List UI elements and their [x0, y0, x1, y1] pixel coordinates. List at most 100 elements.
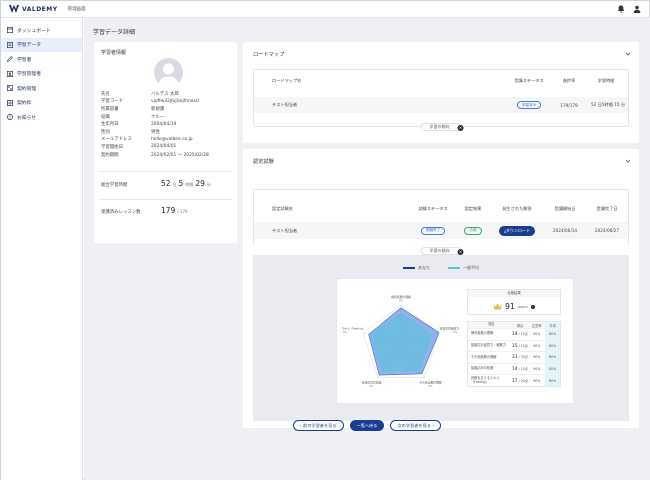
end-date: 2024/06/27 — [594, 228, 620, 233]
lessons-completed: 受講済みレッスン数 179 / 179 — [101, 206, 190, 215]
result-chart-card: 権利義務の理解0%接客応対品質力・観察力0%その他実務の理解0%接客応対の知識0… — [337, 279, 573, 403]
exam-title: 認定試験 — [253, 159, 274, 165]
info-key: メールアドレス — [101, 137, 132, 143]
table-row: 接客応対品質力・観察力 15 / 15点 90% 80% — [468, 339, 560, 352]
sidebar-item-label: 学習データ — [17, 43, 41, 49]
sidebar-item-learning-data[interactable]: 学習データ — [1, 37, 82, 52]
legend-item-average: 一般平均 — [448, 265, 479, 271]
rate: 90% — [533, 355, 541, 360]
total-study-time-label: 総合学習時間 — [101, 183, 128, 188]
start-date: 2024/06/14 — [552, 228, 578, 233]
download-button[interactable]: ⤓ダウンロード — [499, 225, 535, 236]
rate: 90% — [533, 378, 541, 383]
legend-label: 一般平均 — [463, 265, 479, 270]
sidebar: ダッシュボード 学習データ 学習者 学習管理者 契約管理 契約枠 お知らせ — [1, 18, 83, 480]
info-key: 学習開始日 — [101, 144, 123, 150]
sidebar-item-notices[interactable]: お知らせ — [1, 110, 82, 125]
lessons-done: 179 — [161, 206, 176, 215]
learner-info-title: 学習者情報 — [101, 50, 127, 56]
result-badge: 合格 — [464, 226, 482, 235]
sidebar-item-label: ダッシュボード — [17, 28, 51, 34]
score-box: 合格結果 91 /point i — [467, 289, 561, 315]
score-num: 14 — [511, 332, 518, 338]
next-label: 次の学習者を見る — [397, 422, 431, 428]
download-cell: ⤓ダウンロード — [492, 225, 542, 236]
page-title: 学習データ詳細 — [93, 29, 136, 36]
progress-value: 179/179 — [560, 102, 578, 108]
brand-logo[interactable]: VALDEMY — [9, 5, 58, 13]
back-to-list-button[interactable]: 一覧へ戻る — [349, 420, 385, 431]
info-icon[interactable]: i — [530, 304, 535, 309]
total-hours: 5 — [178, 179, 184, 188]
sidebar-item-dashboard[interactable]: ダッシュボード — [1, 23, 82, 38]
info-value: 新規課 — [151, 106, 165, 112]
sidebar-item-contracts[interactable]: 契約管理 — [1, 81, 82, 96]
col-header: 認定試験名 — [272, 206, 293, 211]
next-learner-button[interactable]: 次の学習者を見る › — [390, 420, 441, 431]
legend-label: あなた — [418, 265, 430, 270]
sidebar-item-label: 契約枠 — [17, 101, 32, 107]
info-row: 役職 クルー — [101, 113, 231, 121]
app-window: VALDEMY 管理画面 ダッシュボード 学習データ 学習者 学習管理者 契約管… — [0, 0, 650, 480]
certification-exam-section: 認定試験 認定試験名 試験ステータス 認定結果 発生された解答 受講開始日 受講… — [243, 149, 639, 428]
info-key: 学習コード — [101, 99, 123, 105]
info-row: 性別 男性 — [101, 128, 231, 136]
radar-category-label: 判断を支えるスキル（Feeling） — [341, 327, 365, 331]
account-icon[interactable] — [633, 5, 641, 13]
table-row[interactable]: テスト担当者 受験終了 合格 ⤓ダウンロード 2024/06/14 2024/0… — [254, 222, 628, 239]
sidebar-item-quota[interactable]: 契約枠 — [1, 96, 82, 111]
roadmap-section: ロードマップ ロードマップ名 受講ステータス 進捗率 学習時間 テスト担当者 学… — [243, 42, 639, 143]
score-num: 31 — [511, 355, 518, 361]
col-header: 項目 — [488, 322, 495, 327]
info-key: 生年月日 — [101, 122, 119, 128]
table-row: 権利義務の理解 14 / 15点 90% 80% — [468, 328, 560, 340]
score-num: 14 — [511, 367, 518, 373]
avg: 80% — [545, 329, 560, 340]
score-table: 項目 得点 正答率 平均 権利義務の理解 14 / 15点 90% 80% 接客… — [467, 321, 561, 387]
roadmap-table: ロードマップ名 受講ステータス 進捗率 学習時間 テスト担当者 学習済み 179… — [253, 69, 629, 127]
exam-status-cell: 受験終了 — [412, 226, 454, 235]
score-num: 15 — [511, 343, 518, 349]
sidebar-item-label: 学習者 — [17, 57, 32, 63]
avg: 80% — [545, 352, 560, 363]
trend-toggle[interactable]: 学習の傾向 × — [420, 247, 464, 255]
score-item: その他実務の理解 — [471, 354, 497, 359]
trend-panel: あなた 一般平均 権利義務の理解0%接客応対品質力・観察力0%その他実務の理解0… — [253, 255, 629, 421]
score-item: 接客応対の知識 — [471, 366, 494, 371]
trend-toggle-label: 学習の傾向 — [429, 248, 450, 253]
col-header: 受講完了日 — [596, 206, 618, 211]
chevron-down-icon[interactable] — [625, 51, 631, 57]
minutes-unit: 分 — [206, 182, 211, 187]
quota-icon — [7, 99, 13, 106]
crown-icon — [493, 303, 502, 310]
close-icon: × — [457, 248, 464, 255]
roadmap-title: ロードマップ — [253, 52, 285, 58]
sidebar-item-label: 契約管理 — [17, 86, 37, 92]
table-row: 判断を支えるスキル（Feeling） 17 / 20点 90% 80% — [468, 374, 560, 386]
sidebar-item-learning-admins[interactable]: 学習管理者 — [1, 67, 82, 82]
rate: 90% — [533, 332, 541, 337]
radar-tick-label: 0% — [369, 384, 374, 388]
pagination-buttons: ‹ 前の学習者を見る 一覧へ戻る 次の学習者を見る › — [84, 420, 650, 431]
info-key: 性別 — [101, 129, 110, 135]
score-num: 17 — [511, 378, 518, 384]
info-value: クルー — [151, 114, 165, 120]
divider — [99, 199, 232, 200]
prev-learner-button[interactable]: ‹ 前の学習者を見る — [292, 420, 344, 431]
sidebar-item-learners[interactable]: 学習者 — [1, 52, 82, 67]
trend-toggle[interactable]: 学習の傾向 × — [420, 123, 464, 131]
chevron-down-icon[interactable] — [625, 158, 631, 164]
sidebar-item-label: 学習管理者 — [17, 72, 41, 78]
score-unit: /point — [517, 304, 528, 309]
col-header: 進捗率 — [562, 78, 576, 83]
info-row: 学習開始日 2024/04/01 — [101, 143, 231, 151]
lessons-label: 受講済みレッスン数 — [101, 210, 141, 215]
legend-item-you: あなた — [403, 265, 430, 271]
score-head: 合格結果 — [468, 290, 560, 297]
table-row[interactable]: テスト担当者 学習済み 179/179 52 日5時間 15 分 — [254, 97, 628, 113]
dashboard-icon — [7, 27, 13, 34]
exam-name: テスト担当者 — [272, 227, 298, 233]
score-value: 91 — [505, 302, 515, 311]
status-cell: 学習済み — [504, 101, 554, 109]
bell-icon[interactable] — [617, 5, 625, 13]
